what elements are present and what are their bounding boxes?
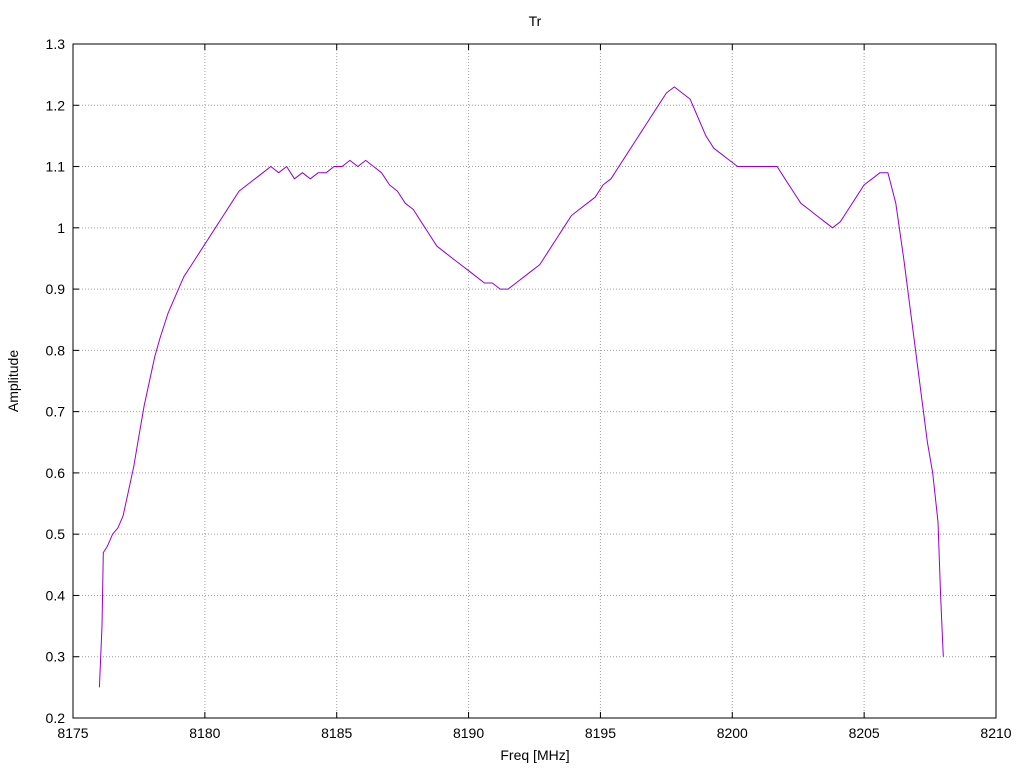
y-tick-label: 0.2 <box>46 710 66 726</box>
x-tick-label: 8180 <box>189 725 220 741</box>
chart-svg: 8175 8180 8185 8190 8195 8200 8205 8210 0.2 0.3 0.… <box>0 0 1024 768</box>
y-tick-label: 0.3 <box>46 649 66 665</box>
x-tick-label: 8205 <box>849 725 880 741</box>
x-tick-label: 8210 <box>980 725 1011 741</box>
x-tick-label: 8185 <box>321 725 352 741</box>
y-tick-label: 0.7 <box>46 404 66 420</box>
chart-container: 8175 8180 8185 8190 8195 8200 8205 8210 0.2 0.3 0.… <box>0 0 1024 768</box>
x-tick-label: 8190 <box>453 725 484 741</box>
y-tick-label: 0.4 <box>46 587 66 603</box>
y-tick-label: 0.6 <box>46 465 66 481</box>
y-axis-title: Amplitude <box>5 350 21 412</box>
y-tick-label: 0.5 <box>46 526 66 542</box>
x-tick-label: 8200 <box>717 725 748 741</box>
y-tick-label: 0.8 <box>46 342 66 358</box>
chart-title: Tr <box>529 13 542 29</box>
y-tick-label: 1 <box>57 220 65 236</box>
y-tick-label: 0.9 <box>46 281 66 297</box>
chart-background <box>0 0 1024 768</box>
y-tick-label: 1.3 <box>46 36 66 52</box>
x-axis-title: Freq [MHz] <box>500 747 569 763</box>
y-tick-label: 1.2 <box>46 97 66 113</box>
y-tick-label: 1.1 <box>46 159 66 175</box>
x-tick-label: 8175 <box>57 725 88 741</box>
x-tick-label: 8195 <box>585 725 616 741</box>
